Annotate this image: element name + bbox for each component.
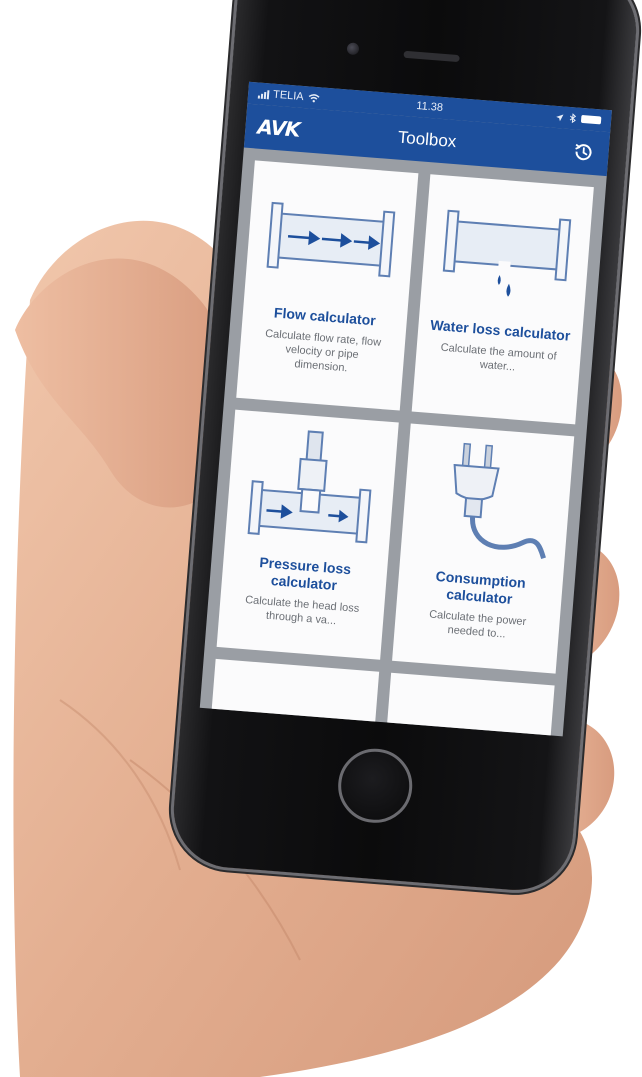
history-icon: [575, 143, 592, 161]
tool-card-description: Calculate the power needed to...: [428, 608, 527, 641]
history-button[interactable]: [570, 138, 598, 166]
tool-card-description: Calculate flow rate, flow velocity or pi…: [264, 327, 382, 375]
power-plug-icon: [417, 439, 556, 567]
location-arrow-icon: [556, 113, 564, 121]
tool-card-title: Pressure loss calculator: [258, 554, 352, 594]
photo-scene: TELIA 11.38 AVK Toolbox Flow calculator …: [0, 0, 642, 1077]
tool-card-water-loss-calculator[interactable]: Water loss calculator Calculate the amou…: [411, 174, 594, 425]
page-title: Toolbox: [397, 127, 458, 152]
status-right: [555, 112, 602, 126]
tool-card-title: Consumption calculator: [435, 567, 527, 607]
carrier-name: TELIA: [272, 88, 305, 104]
bluetooth-icon: [569, 113, 577, 124]
status-left: TELIA: [257, 87, 320, 104]
battery-icon: [580, 114, 602, 125]
pipe-flow-icon: [261, 176, 400, 304]
smartphone: TELIA 11.38 AVK Toolbox Flow calculator …: [169, 0, 641, 895]
valve-pressure-icon: [242, 425, 381, 553]
status-time: 11.38: [415, 99, 444, 114]
avk-logo[interactable]: AVK: [257, 115, 301, 142]
tool-card-title: Flow calculator: [273, 304, 377, 329]
wifi-icon: [308, 93, 320, 102]
signal-icon: [257, 89, 270, 99]
tool-card-description: Calculate the amount of water...: [440, 341, 557, 374]
tool-card-flow-calculator[interactable]: Flow calculator Calculate flow rate, flo…: [236, 160, 419, 411]
tool-card-consumption-calculator[interactable]: Consumption calculator Calculate the pow…: [392, 423, 575, 674]
phone-screen: TELIA 11.38 AVK Toolbox Flow calculator …: [199, 81, 612, 737]
tool-card-description: Calculate the head loss through a va...: [244, 594, 360, 628]
tool-grid: Flow calculator Calculate flow rate, flo…: [200, 148, 607, 737]
tool-card-pressure-loss-calculator[interactable]: Pressure loss calculator Calculate the h…: [216, 409, 399, 660]
pipe-leak-icon: [437, 190, 576, 318]
